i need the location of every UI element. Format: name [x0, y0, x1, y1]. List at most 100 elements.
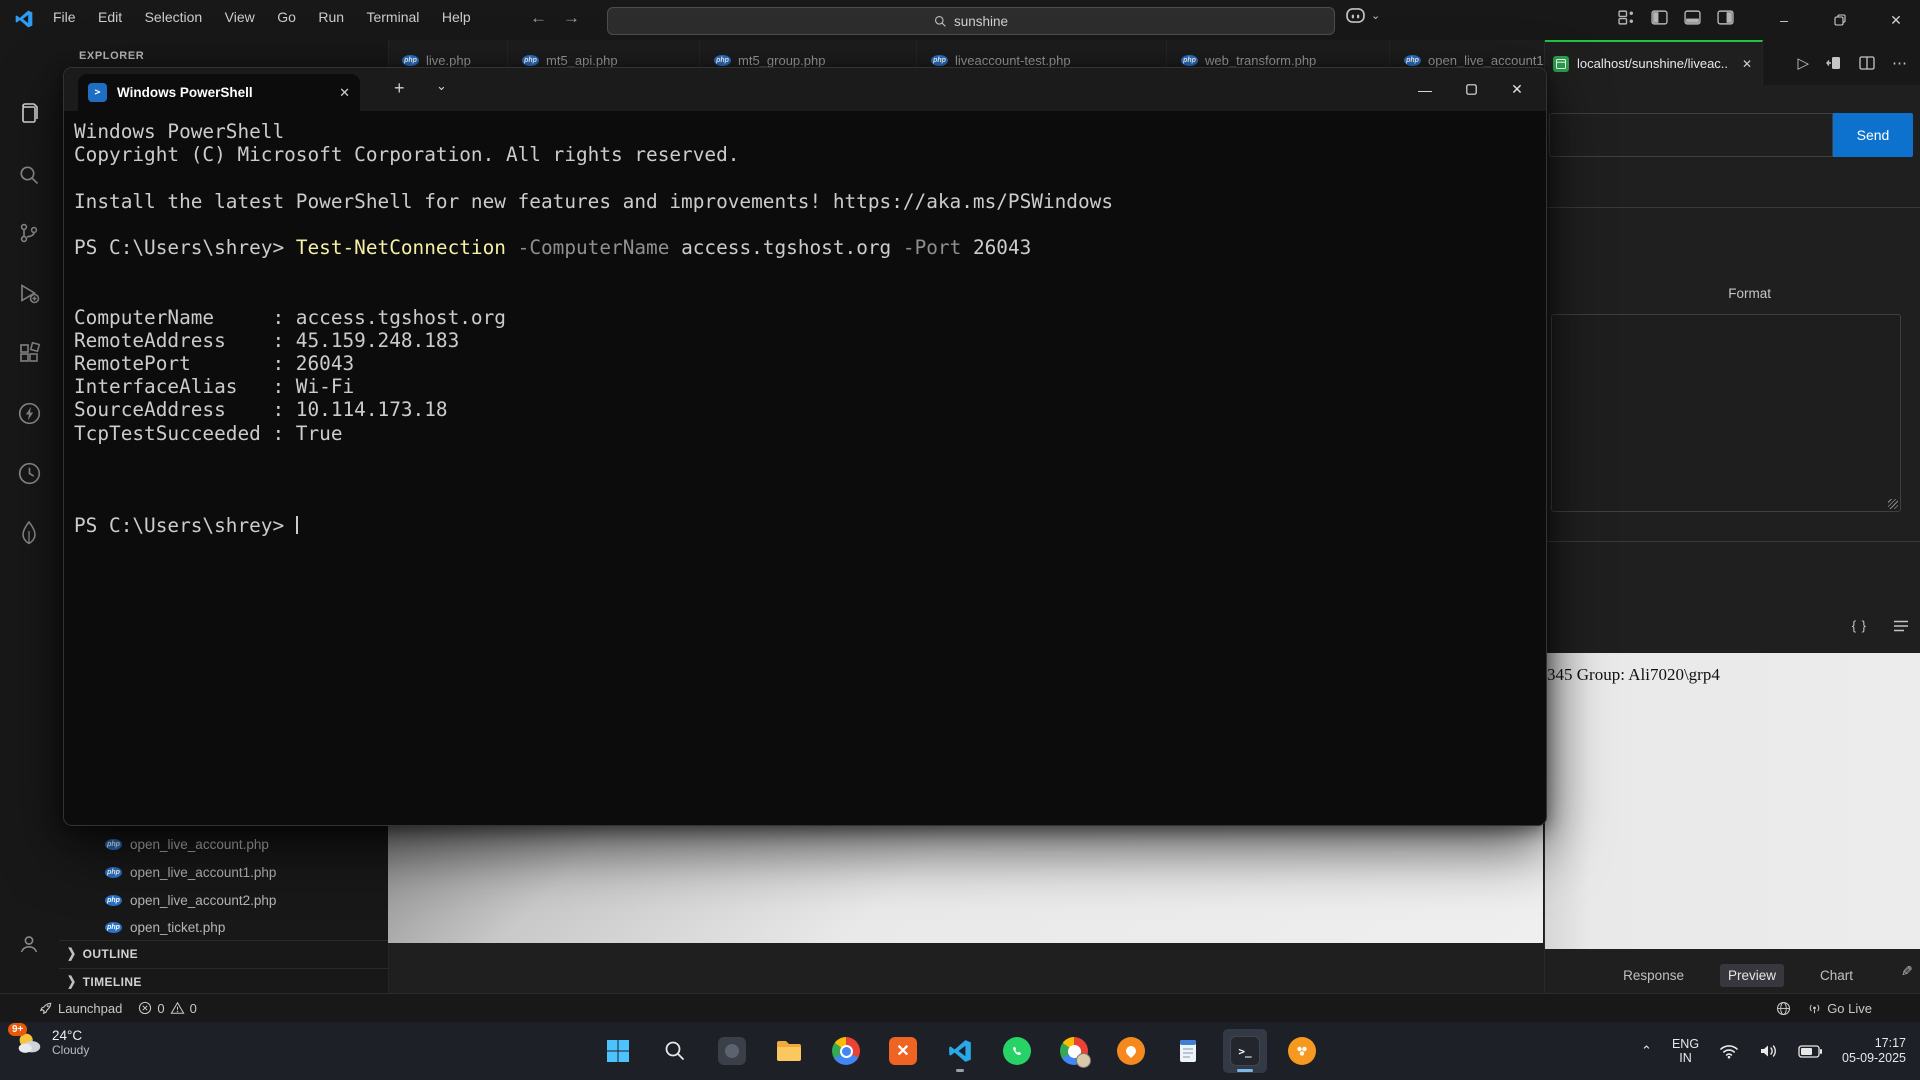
- taskbar-app-dark[interactable]: [710, 1029, 754, 1073]
- request-body-textarea[interactable]: [1551, 314, 1901, 512]
- activity-bar: [0, 40, 60, 994]
- run-debug-icon[interactable]: [13, 277, 45, 309]
- file-open-live-account1[interactable]: php open_live_account1.php: [59, 859, 388, 885]
- language-indicator[interactable]: ENGIN: [1672, 1037, 1699, 1065]
- whatsapp-button[interactable]: [995, 1029, 1039, 1073]
- terminal-output[interactable]: Windows PowerShellCopyright (C) Microsof…: [74, 120, 1536, 819]
- run-request-icon[interactable]: ▷: [1797, 54, 1809, 72]
- back-arrow-icon[interactable]: ←: [530, 8, 547, 28]
- tab-preview[interactable]: Preview: [1720, 964, 1784, 987]
- timeline-section[interactable]: ❯ TIMELINE: [59, 968, 388, 994]
- orange-app-button-2[interactable]: [1280, 1029, 1324, 1073]
- launchpad-button[interactable]: Launchpad: [30, 994, 130, 1022]
- extensions-icon[interactable]: [13, 337, 45, 369]
- menu-help[interactable]: Help: [433, 0, 480, 34]
- vscode-button[interactable]: [938, 1029, 982, 1073]
- search-sidebar-icon[interactable]: [13, 159, 45, 191]
- tab-chart[interactable]: Chart: [1812, 964, 1861, 987]
- split-editor-icon[interactable]: [1859, 55, 1875, 71]
- vscode-icon: [947, 1038, 973, 1064]
- start-button[interactable]: [596, 1029, 640, 1073]
- menu-view[interactable]: View: [216, 0, 264, 34]
- outline-section[interactable]: ❯ OUTLINE: [59, 940, 388, 966]
- php-file-icon: php: [402, 55, 419, 66]
- menu-lines-icon[interactable]: [1893, 619, 1909, 633]
- go-live-button[interactable]: Go Live: [1799, 994, 1880, 1022]
- copilot-button[interactable]: ⌄: [1346, 8, 1380, 23]
- clock-indicator[interactable]: 17:1705-09-2025: [1842, 1036, 1906, 1066]
- active-indicator: [1237, 1069, 1253, 1072]
- menu-selection[interactable]: Selection: [136, 0, 212, 34]
- more-actions-icon[interactable]: ⋯: [1892, 54, 1907, 72]
- php-file-icon: php: [105, 839, 122, 850]
- resize-grip[interactable]: [1888, 499, 1898, 509]
- tab-close-icon[interactable]: ✕: [1742, 57, 1752, 71]
- search-icon: [934, 15, 947, 28]
- problems-indicator[interactable]: 0 0: [130, 994, 204, 1022]
- browser-sync-indicator[interactable]: [1768, 994, 1799, 1022]
- source-control-icon[interactable]: [13, 217, 45, 249]
- volume-icon[interactable]: [1759, 1043, 1778, 1059]
- terminal-minimize-button[interactable]: —: [1402, 68, 1448, 111]
- weather-widget[interactable]: 9+ 24°C Cloudy: [14, 1028, 89, 1058]
- terminal-button[interactable]: >_: [1223, 1029, 1267, 1073]
- notepad-button[interactable]: [1166, 1029, 1210, 1073]
- toggle-panel-icon[interactable]: [1684, 9, 1701, 26]
- response-preview-pane[interactable]: 345 Group: Ali7020\grp4: [1545, 653, 1920, 949]
- menu-run[interactable]: Run: [309, 0, 353, 34]
- terminal-close-button[interactable]: ✕: [1494, 68, 1540, 111]
- tab-dropdown-icon[interactable]: ⌄: [436, 78, 447, 94]
- file-open-ticket[interactable]: php open_ticket.php: [59, 914, 388, 940]
- menu-file[interactable]: File: [44, 0, 85, 34]
- file-open-live-account2[interactable]: php open_live_account2.php: [59, 887, 388, 913]
- chrome-button[interactable]: [824, 1029, 868, 1073]
- customize-layout-icon[interactable]: [1618, 9, 1635, 26]
- tray-expand-icon[interactable]: ⌃: [1641, 1043, 1652, 1059]
- php-file-icon: php: [105, 867, 122, 878]
- window-restore-button[interactable]: [1812, 0, 1868, 40]
- edit-pencil-icon[interactable]: ✎: [1901, 963, 1913, 980]
- menu-terminal[interactable]: Terminal: [357, 0, 428, 34]
- desktop: File Edit Selection View Go Run Terminal…: [0, 0, 1920, 1080]
- thunder-client-icon[interactable]: [13, 397, 45, 429]
- new-tab-button[interactable]: +: [394, 78, 405, 99]
- mongodb-icon[interactable]: [13, 517, 45, 549]
- copilot-icon: [1346, 8, 1365, 23]
- open-changes-icon[interactable]: [1826, 55, 1842, 71]
- browser-icon: [1776, 1001, 1791, 1016]
- thunder-request-icon: [1553, 56, 1569, 72]
- xampp-x-button[interactable]: ✕: [881, 1029, 925, 1073]
- tab-response[interactable]: Response: [1615, 964, 1692, 987]
- powershell-tab[interactable]: > Windows PowerShell ✕: [78, 74, 360, 111]
- file-explorer-button[interactable]: [767, 1029, 811, 1073]
- windows-taskbar: 9+ 24°C Cloudy: [0, 1022, 1920, 1080]
- explorer-icon[interactable]: [13, 97, 45, 129]
- command-search-box[interactable]: sunshine: [607, 7, 1335, 35]
- powershell-titlebar[interactable]: > Windows PowerShell ✕ + ⌄ — ✕: [64, 68, 1546, 111]
- url-input[interactable]: [1549, 113, 1833, 157]
- forward-arrow-icon[interactable]: →: [563, 8, 580, 28]
- chevron-right-icon: ❯: [67, 974, 77, 990]
- chrome-profile-button[interactable]: [1052, 1029, 1096, 1073]
- close-tab-icon[interactable]: ✕: [339, 85, 350, 101]
- powershell-window[interactable]: > Windows PowerShell ✕ + ⌄ — ✕ Windows P…: [63, 67, 1547, 826]
- accounts-icon[interactable]: [13, 928, 45, 960]
- menu-edit[interactable]: Edit: [89, 0, 131, 34]
- wifi-icon[interactable]: [1719, 1043, 1739, 1059]
- menu-go[interactable]: Go: [268, 0, 305, 34]
- window-close-button[interactable]: ✕: [1868, 0, 1920, 40]
- orange-app-button-1[interactable]: [1109, 1029, 1153, 1073]
- toggle-sidebar-icon[interactable]: [1651, 9, 1668, 26]
- tab-localhost-request[interactable]: localhost/sunshine/liveac.. ✕: [1545, 40, 1763, 85]
- battery-icon[interactable]: [1798, 1045, 1822, 1058]
- taskbar-search-button[interactable]: [653, 1029, 697, 1073]
- send-button[interactable]: Send: [1833, 113, 1913, 157]
- format-label[interactable]: Format: [1728, 286, 1771, 301]
- history-extension-icon[interactable]: [13, 457, 45, 489]
- terminal-maximize-button[interactable]: [1448, 68, 1494, 111]
- status-bar: Launchpad 0 0 Go Live: [0, 993, 1920, 1022]
- window-minimize-button[interactable]: –: [1756, 0, 1812, 40]
- toggle-secondary-sidebar-icon[interactable]: [1717, 9, 1734, 26]
- format-json-icon[interactable]: { }: [1852, 618, 1867, 633]
- file-open-live-account[interactable]: php open_live_account.php: [59, 831, 388, 857]
